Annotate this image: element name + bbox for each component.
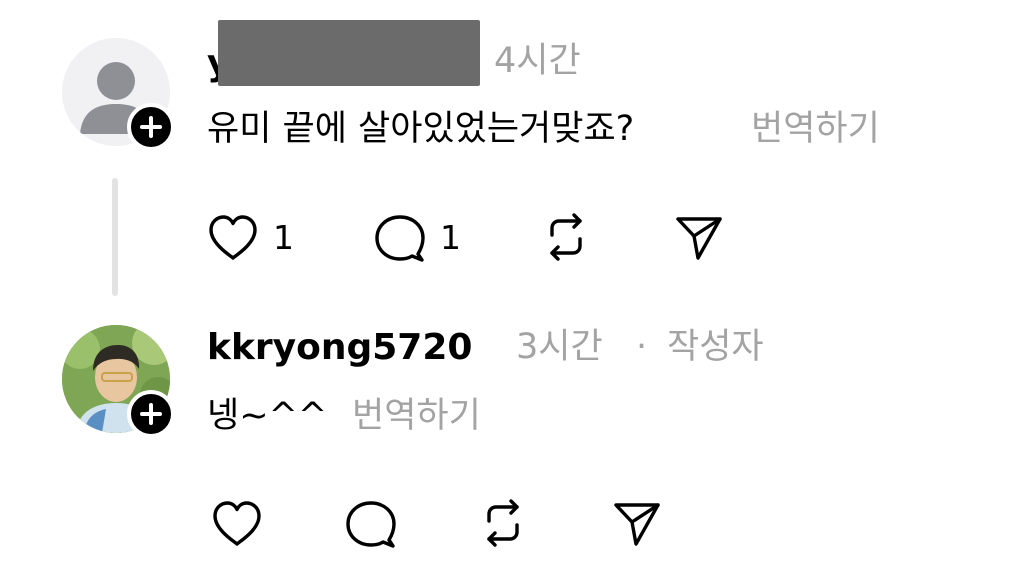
translate-link[interactable]: 번역하기 bbox=[352, 399, 481, 434]
send-icon[interactable] bbox=[674, 214, 724, 262]
speech-bubble-icon[interactable] bbox=[345, 500, 397, 550]
repost-icon[interactable] bbox=[540, 212, 592, 262]
speech-bubble-icon[interactable] bbox=[374, 214, 426, 264]
meta-separator: · bbox=[636, 327, 648, 367]
timestamp: 3시간 bbox=[516, 327, 603, 367]
send-icon[interactable] bbox=[612, 500, 662, 548]
follow-plus-icon[interactable] bbox=[127, 390, 175, 438]
timestamp: 4시간 bbox=[494, 41, 581, 81]
heart-icon[interactable] bbox=[207, 214, 259, 262]
like-count: 1 bbox=[273, 218, 294, 257]
comment-text: 넹~^^ bbox=[207, 396, 328, 436]
reply-count: 1 bbox=[440, 218, 461, 257]
translate-link[interactable]: 번역하기 bbox=[751, 112, 880, 147]
thread-connector-line bbox=[112, 178, 118, 296]
repost-icon[interactable] bbox=[477, 498, 529, 548]
follow-plus-icon[interactable] bbox=[127, 103, 175, 151]
heart-icon[interactable] bbox=[211, 500, 263, 548]
author-tag: 작성자 bbox=[667, 327, 764, 367]
redacted-username-bar bbox=[218, 20, 480, 86]
comment-text: 유미 끝에 살아있었는거맞죠? bbox=[207, 109, 635, 149]
username[interactable]: kkryong5720 bbox=[207, 330, 472, 366]
